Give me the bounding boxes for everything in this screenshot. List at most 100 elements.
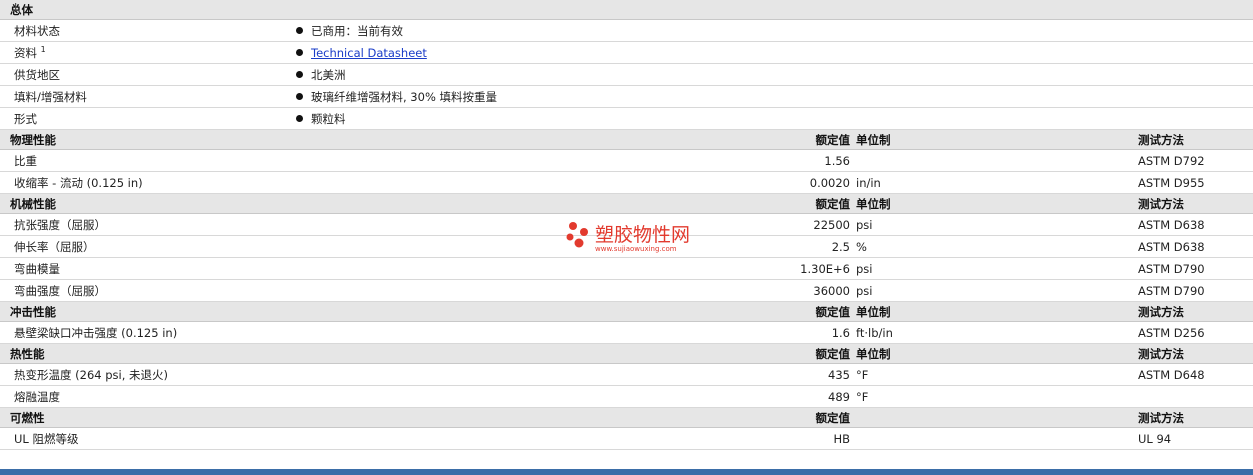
section-title: 物理性能 — [0, 129, 290, 150]
row-label: 供货地区 — [0, 63, 290, 86]
col-value-header: 额定值 — [290, 193, 856, 214]
row-value: 0.0020 — [290, 171, 856, 194]
col-unit-header: 单位制 — [856, 343, 1138, 364]
col-unit-header: 单位制 — [856, 301, 1138, 322]
row-test-method: ASTM D638 — [1138, 213, 1253, 236]
general-row: 材料状态 已商用：当前有效 — [0, 19, 1253, 42]
row-unit: psi — [856, 213, 1138, 236]
row-value: 489 — [290, 385, 856, 408]
section-general-header: 总体 — [0, 0, 1253, 20]
row-value: 已商用：当前有效 — [311, 23, 403, 38]
row-label: 熔融温度 — [0, 385, 290, 408]
col-unit-header: 单位制 — [856, 129, 1138, 150]
row-value: 435 — [290, 363, 856, 386]
property-row: UL 阻燃等级 HB UL 94 — [0, 427, 1253, 450]
row-label: 资料 — [14, 45, 37, 60]
general-row: 形式 颗粒料 — [0, 107, 1253, 130]
row-test-method: ASTM D648 — [1138, 363, 1253, 386]
row-label: UL 阻燃等级 — [0, 427, 290, 450]
section-title: 机械性能 — [0, 193, 290, 214]
row-unit: °F — [856, 363, 1138, 386]
general-row: 资料 1 Technical Datasheet — [0, 41, 1253, 64]
col-test-header: 测试方法 — [1138, 407, 1253, 428]
row-unit: ft·lb/in — [856, 321, 1138, 344]
datasheet-page: I 总体 材料状态 已商用：当前有效 资料 1 Technical Datash… — [0, 0, 1253, 475]
row-test-method: ASTM D256 — [1138, 321, 1253, 344]
bullet-icon — [296, 93, 303, 100]
col-test-header: 测试方法 — [1138, 343, 1253, 364]
row-unit: in/in — [856, 171, 1138, 194]
row-value: 1.30E+6 — [290, 257, 856, 280]
row-value: 北美洲 — [311, 67, 346, 82]
bullet-icon — [296, 49, 303, 56]
watermark-logo: 塑胶物性网 www.sujiaowuxing.com — [565, 220, 690, 253]
section-physical-header: 物理性能 额定值 单位制 测试方法 — [0, 129, 1253, 150]
bullet-icon — [296, 115, 303, 122]
row-label: 弯曲模量 — [0, 257, 290, 280]
footnote-marker: 1 — [40, 44, 46, 54]
general-row: 填料/增强材料 玻璃纤维增强材料, 30% 填料按重量 — [0, 85, 1253, 108]
col-value-header: 额定值 — [290, 129, 856, 150]
row-label: 收缩率 - 流动 (0.125 in) — [0, 171, 290, 194]
col-test-header: 测试方法 — [1138, 129, 1253, 150]
section-mechanical-header: 机械性能 额定值 单位制 测试方法 — [0, 193, 1253, 214]
row-value: 颗粒料 — [311, 111, 346, 126]
row-value: 36000 — [290, 279, 856, 302]
col-value-header: 额定值 — [290, 407, 856, 428]
row-label: 材料状态 — [0, 19, 290, 42]
text-cursor-icon: I — [14, 1, 18, 14]
col-unit-header: 单位制 — [856, 193, 1138, 214]
row-test-method: ASTM D790 — [1138, 279, 1253, 302]
section-flammability-header: 可燃性 额定值 测试方法 — [0, 407, 1253, 428]
row-label: 弯曲强度（屈服） — [0, 279, 290, 302]
row-test-method: UL 94 — [1138, 427, 1253, 450]
row-unit — [856, 149, 1138, 172]
col-unit-header — [856, 407, 1138, 428]
col-value-header: 额定值 — [290, 343, 856, 364]
property-row: 热变形温度 (264 psi, 未退火) 435 °F ASTM D648 — [0, 363, 1253, 386]
row-label: 热变形温度 (264 psi, 未退火) — [0, 363, 290, 386]
row-test-method: ASTM D792 — [1138, 149, 1253, 172]
row-label: 伸长率（屈服） — [0, 235, 290, 258]
section-title: 冲击性能 — [0, 301, 290, 322]
property-row: 熔融温度 489 °F — [0, 385, 1253, 408]
row-unit: % — [856, 235, 1138, 258]
row-label: 填料/增强材料 — [0, 85, 290, 108]
row-value: HB — [290, 427, 856, 450]
property-row: 收缩率 - 流动 (0.125 in) 0.0020 in/in ASTM D9… — [0, 171, 1253, 194]
section-title: 可燃性 — [0, 407, 290, 428]
property-row: 弯曲模量 1.30E+6 psi ASTM D790 — [0, 257, 1253, 280]
property-row: 悬壁梁缺口冲击强度 (0.125 in) 1.6 ft·lb/in ASTM D… — [0, 321, 1253, 344]
row-unit — [856, 427, 1138, 450]
row-test-method: ASTM D790 — [1138, 257, 1253, 280]
row-value: 1.56 — [290, 149, 856, 172]
section-title: 总体 — [0, 0, 1253, 20]
row-label: 抗张强度（屈服） — [0, 213, 290, 236]
general-row: 供货地区 北美洲 — [0, 63, 1253, 86]
col-value-header: 额定值 — [290, 301, 856, 322]
row-label: 比重 — [0, 149, 290, 172]
row-unit: psi — [856, 257, 1138, 280]
bottom-bar — [0, 469, 1253, 475]
section-impact-header: 冲击性能 额定值 单位制 测试方法 — [0, 301, 1253, 322]
bullet-icon — [296, 71, 303, 78]
row-test-method: ASTM D638 — [1138, 235, 1253, 258]
technical-datasheet-link[interactable]: Technical Datasheet — [311, 46, 427, 60]
row-test-method — [1138, 385, 1253, 408]
row-value: 玻璃纤维增强材料, 30% 填料按重量 — [311, 89, 498, 104]
row-test-method: ASTM D955 — [1138, 171, 1253, 194]
watermark-text: 塑胶物性网 — [595, 224, 691, 246]
bullet-icon — [296, 27, 303, 34]
section-title: 热性能 — [0, 343, 290, 364]
watermark-dots-icon — [566, 222, 588, 248]
row-label: 形式 — [0, 107, 290, 130]
watermark-url: www.sujiaowuxing.com — [595, 245, 677, 253]
row-unit: °F — [856, 385, 1138, 408]
col-test-header: 测试方法 — [1138, 301, 1253, 322]
property-row: 弯曲强度（屈服） 36000 psi ASTM D790 — [0, 279, 1253, 302]
col-test-header: 测试方法 — [1138, 193, 1253, 214]
row-unit: psi — [856, 279, 1138, 302]
section-thermal-header: 热性能 额定值 单位制 测试方法 — [0, 343, 1253, 364]
row-value: 1.6 — [290, 321, 856, 344]
property-row: 比重 1.56 ASTM D792 — [0, 149, 1253, 172]
